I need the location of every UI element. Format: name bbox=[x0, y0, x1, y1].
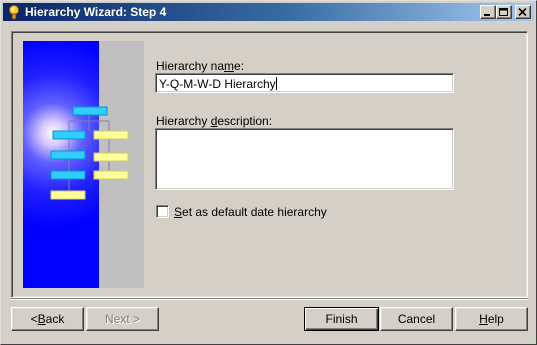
hierarchy-description-label: Hierarchy description: bbox=[156, 114, 273, 128]
hierarchy-description-input[interactable] bbox=[155, 128, 454, 190]
default-date-hierarchy-checkbox[interactable] bbox=[156, 205, 169, 218]
minimize-button[interactable] bbox=[480, 5, 496, 19]
next-button[interactable]: Next > bbox=[86, 307, 159, 331]
title-bar[interactable]: Hierarchy Wizard: Step 4 bbox=[3, 3, 534, 21]
hierarchy-diagram-icon bbox=[50, 106, 129, 200]
minimize-icon bbox=[484, 13, 490, 16]
hierarchy-name-input[interactable]: Y-Q-M-W-D Hierarchy bbox=[155, 73, 454, 93]
cancel-button[interactable]: Cancel bbox=[380, 307, 453, 331]
hierarchy-name-label: Hierarchy name: bbox=[156, 59, 245, 73]
wizard-illustration bbox=[23, 41, 144, 288]
text-caret bbox=[275, 77, 277, 90]
finish-button[interactable]: Finish bbox=[304, 307, 379, 331]
close-icon bbox=[518, 7, 527, 16]
maximize-icon bbox=[499, 7, 508, 16]
hierarchy-name-value: Y-Q-M-W-D Hierarchy bbox=[159, 77, 276, 91]
window-title: Hierarchy Wizard: Step 4 bbox=[25, 5, 167, 19]
close-button[interactable] bbox=[515, 5, 531, 19]
help-button[interactable]: Help bbox=[455, 307, 528, 331]
back-button[interactable]: < Back bbox=[11, 307, 84, 331]
default-date-hierarchy-label[interactable]: Set as default date hierarchy bbox=[174, 205, 327, 219]
hierarchy-wizard-window: Hierarchy Wizard: Step 4 Hierarchy name:… bbox=[0, 0, 537, 345]
wizard-icon bbox=[6, 4, 22, 20]
maximize-button[interactable] bbox=[496, 5, 512, 19]
